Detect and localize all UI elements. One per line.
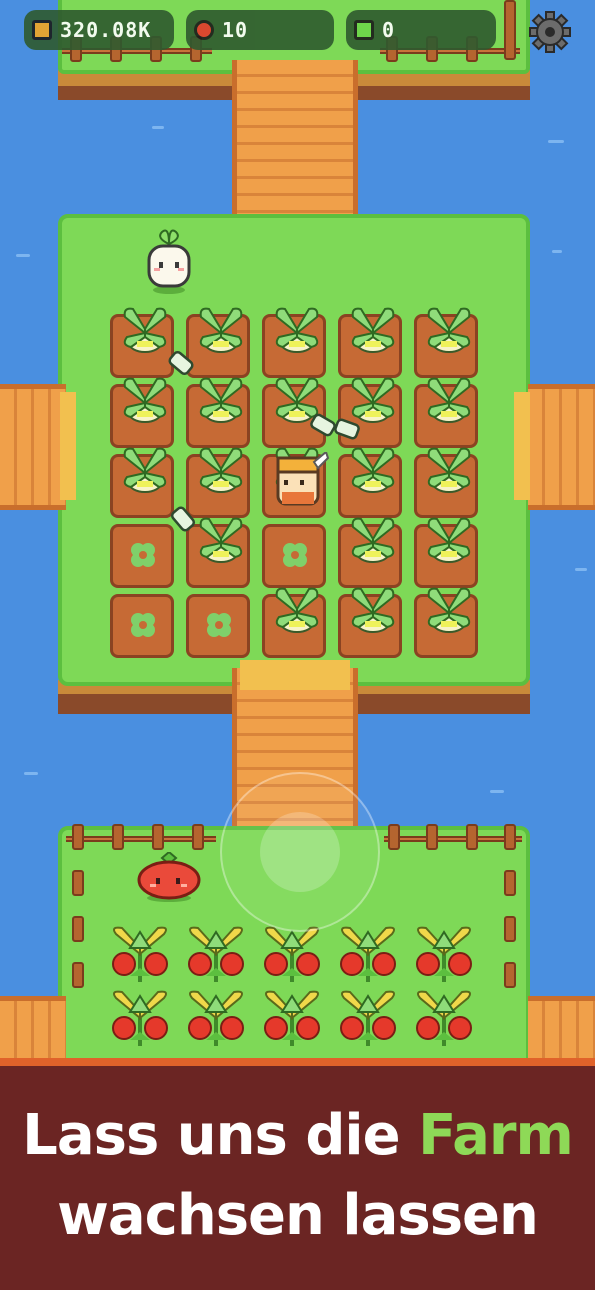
farm-plot[interactable] bbox=[186, 377, 250, 448]
farm-plot[interactable] bbox=[414, 587, 478, 658]
gem-counter: 0 bbox=[346, 10, 496, 50]
turnip-crop-icon bbox=[423, 583, 475, 635]
tomato-plant-icon[interactable] bbox=[334, 988, 402, 1048]
fence-post bbox=[72, 870, 84, 896]
turnip-crop-icon bbox=[195, 443, 247, 495]
tomato-plant-icon[interactable] bbox=[106, 924, 174, 984]
bridge-east-lower[interactable] bbox=[528, 996, 595, 1066]
farm-plot[interactable] bbox=[414, 517, 478, 588]
tomato-plant-icon[interactable] bbox=[258, 924, 326, 984]
seed-bag-icon bbox=[310, 413, 360, 440]
farm-plot[interactable] bbox=[414, 307, 478, 378]
joystick-knob[interactable] bbox=[260, 812, 340, 892]
bridge-west-lower[interactable] bbox=[0, 996, 66, 1066]
tomato-counter: 10 bbox=[186, 10, 334, 50]
fence-post bbox=[72, 916, 84, 942]
turnip-helper-character[interactable] bbox=[144, 228, 194, 294]
fence-post bbox=[504, 0, 516, 60]
farmer-player-character[interactable] bbox=[270, 452, 330, 512]
farm-plot[interactable] bbox=[262, 524, 326, 588]
farm-plot[interactable] bbox=[338, 587, 402, 658]
seed-bag-icon bbox=[168, 350, 194, 376]
fence-post bbox=[72, 824, 84, 850]
fence-post bbox=[112, 824, 124, 850]
farm-plot[interactable] bbox=[110, 594, 174, 658]
banner-line-1-prefix: Lass uns die bbox=[22, 1103, 400, 1168]
bridge-east[interactable] bbox=[528, 384, 595, 510]
water-ripple bbox=[16, 254, 30, 257]
fence-post bbox=[504, 916, 516, 942]
sprout-crop-icon bbox=[127, 539, 159, 571]
banner-line-1: Lass uns die Farm bbox=[0, 1104, 595, 1168]
fence-post bbox=[504, 962, 516, 988]
fence-post bbox=[152, 824, 164, 850]
fence-post bbox=[504, 824, 516, 850]
tomato-plant-icon[interactable] bbox=[182, 924, 250, 984]
fence-rail bbox=[384, 836, 522, 842]
turnip-crop-icon bbox=[271, 583, 323, 635]
gear-icon[interactable] bbox=[528, 10, 572, 54]
farm-plot[interactable] bbox=[414, 377, 478, 448]
tomato-helper-character[interactable] bbox=[136, 852, 202, 902]
sprout-crop-icon bbox=[203, 609, 235, 641]
banner-highlight: Farm bbox=[418, 1103, 574, 1168]
coin-counter: 320.08K bbox=[24, 10, 174, 50]
turnip-crop-icon bbox=[423, 373, 475, 425]
farm-plot[interactable] bbox=[110, 377, 174, 448]
turnip-crop-icon bbox=[347, 513, 399, 565]
turnip-crop-icon bbox=[347, 583, 399, 635]
gem-icon bbox=[354, 20, 374, 40]
seed-bag-icon bbox=[170, 506, 196, 532]
turnip-crop-icon bbox=[423, 443, 475, 495]
fence-post bbox=[72, 962, 84, 988]
water-ripple bbox=[152, 126, 164, 129]
water-ripple bbox=[24, 772, 38, 775]
turnip-crop-icon bbox=[423, 303, 475, 355]
farm-plot[interactable] bbox=[110, 447, 174, 518]
water-ripple bbox=[575, 568, 587, 571]
tomato-plant-icon[interactable] bbox=[410, 988, 478, 1048]
tomato-plant-icon[interactable] bbox=[106, 988, 174, 1048]
tomato-plant-icon[interactable] bbox=[334, 924, 402, 984]
banner-line-2: wachsen lassen bbox=[57, 1183, 539, 1248]
water-ripple bbox=[548, 140, 564, 143]
tomato-plant-icon[interactable] bbox=[182, 988, 250, 1048]
fence-post bbox=[388, 824, 400, 850]
fence-post bbox=[426, 824, 438, 850]
tomato-plant-icon[interactable] bbox=[258, 988, 326, 1048]
turnip-crop-icon bbox=[423, 513, 475, 565]
promo-banner: Lass uns die Farm wachsen lassen bbox=[0, 1058, 595, 1290]
water-ripple bbox=[490, 790, 504, 793]
water-ripple bbox=[552, 250, 562, 253]
sprout-crop-icon bbox=[279, 539, 311, 571]
bridge-north[interactable] bbox=[232, 60, 358, 228]
farm-plot[interactable] bbox=[338, 307, 402, 378]
farm-plot[interactable] bbox=[186, 594, 250, 658]
fence-post bbox=[466, 824, 478, 850]
farm-plot[interactable] bbox=[262, 587, 326, 658]
bridge-cap bbox=[240, 660, 350, 690]
farm-plot[interactable] bbox=[338, 517, 402, 588]
sprout-crop-icon bbox=[127, 609, 159, 641]
tomato-icon bbox=[194, 20, 214, 40]
coin-icon bbox=[32, 20, 52, 40]
turnip-crop-icon bbox=[347, 443, 399, 495]
gem-amount: 0 bbox=[382, 18, 396, 42]
tomato-plant-icon[interactable] bbox=[410, 924, 478, 984]
coin-amount: 320.08K bbox=[60, 18, 152, 42]
turnip-crop-icon bbox=[119, 443, 171, 495]
farm-plot[interactable] bbox=[414, 447, 478, 518]
farm-plot[interactable] bbox=[338, 447, 402, 518]
farm-plot[interactable] bbox=[110, 524, 174, 588]
tomato-amount: 10 bbox=[222, 18, 249, 42]
turnip-crop-icon bbox=[271, 303, 323, 355]
bridge-cap bbox=[60, 392, 76, 500]
farm-plot[interactable] bbox=[262, 307, 326, 378]
fence-post bbox=[504, 870, 516, 896]
virtual-joystick[interactable] bbox=[220, 772, 380, 932]
bridge-west[interactable] bbox=[0, 384, 66, 510]
turnip-crop-icon bbox=[347, 303, 399, 355]
bridge-cap bbox=[514, 392, 530, 500]
fence-post bbox=[192, 824, 204, 850]
